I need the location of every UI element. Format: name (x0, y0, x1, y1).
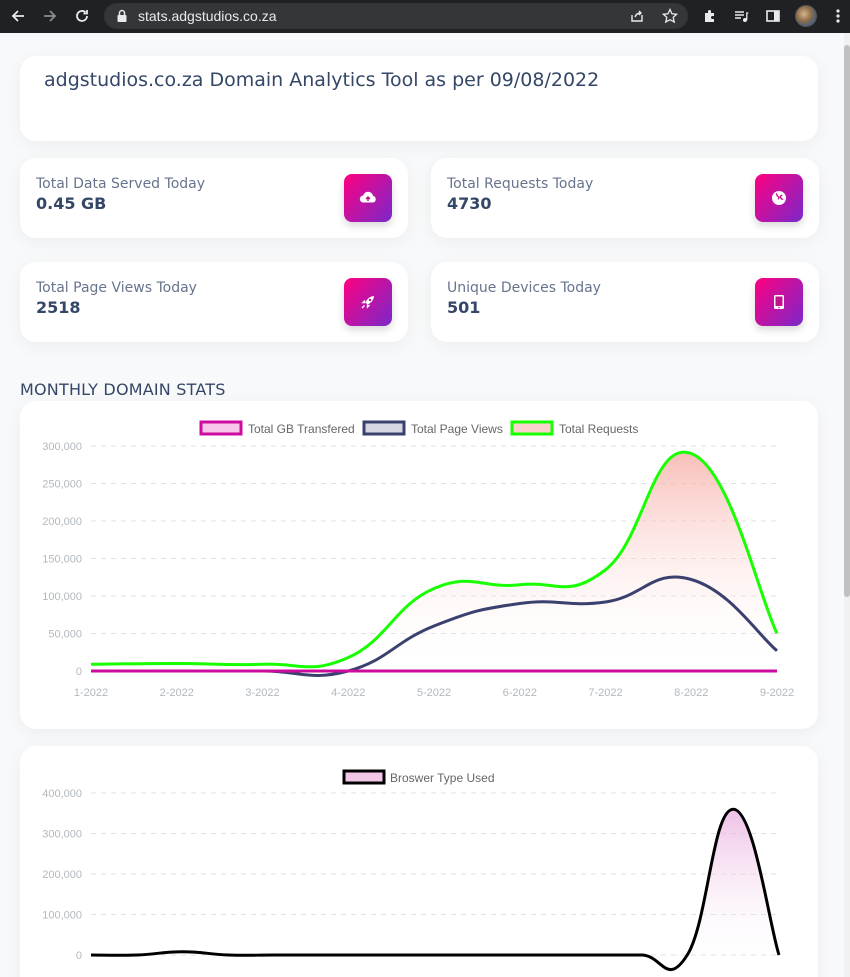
bookmark-star-icon[interactable] (661, 7, 679, 25)
stat-label: Total Requests Today (447, 176, 594, 192)
legend-swatch (362, 420, 406, 436)
legend-label: Total GB Transfered (248, 422, 355, 436)
page-scrollbar[interactable] (844, 33, 850, 977)
title-card: adgstudios.co.za Domain Analytics Tool a… (20, 56, 818, 141)
y-tick-label: 0 (76, 950, 82, 962)
browser-toolbar: stats.adgstudios.co.za (0, 0, 850, 33)
monthly-stats-chart: 300,000 250,000 200,000 150,000 100,000 50,00… (42, 420, 794, 699)
stat-value: 2518 (36, 298, 81, 317)
legend-swatch (199, 420, 243, 436)
y-tick-label: 100,000 (42, 591, 82, 603)
address-bar[interactable]: stats.adgstudios.co.za (104, 3, 688, 29)
monthly-chart-card: 300,000 250,000 200,000 150,000 100,000 50,00… (20, 401, 818, 729)
rocket-icon (344, 278, 392, 326)
y-tick-label: 150,000 (42, 554, 82, 566)
y-tick-label: 0 (76, 666, 82, 678)
url-text[interactable]: stats.adgstudios.co.za (138, 8, 277, 24)
stat-label: Unique Devices Today (447, 280, 601, 296)
stat-card-unique-devices: Unique Devices Today 501 (431, 262, 819, 342)
profile-avatar[interactable] (795, 5, 817, 27)
scrollbar-thumb[interactable] (844, 45, 850, 597)
y-tick-label: 100,000 (42, 910, 82, 922)
share-icon[interactable] (628, 7, 646, 25)
browser-chart-card: 400,000 300,000 200,000 100,000 0 Broswer Typ… (20, 746, 818, 977)
page-content: adgstudios.co.za Domain Analytics Tool a… (0, 33, 850, 977)
lock-icon[interactable] (113, 7, 131, 25)
reload-icon[interactable] (71, 5, 93, 27)
page-title: adgstudios.co.za Domain Analytics Tool a… (44, 69, 600, 91)
legend-swatch (510, 420, 554, 436)
y-tick-label: 300,000 (42, 829, 82, 841)
legend-label: Total Page Views (411, 422, 503, 436)
legend-swatch (342, 769, 386, 785)
media-playlist-icon[interactable] (731, 6, 751, 26)
stat-value: 4730 (447, 194, 492, 213)
requests-area (91, 452, 777, 671)
x-tick-label: 6-2022 (503, 687, 537, 699)
y-tick-label: 250,000 (42, 479, 82, 491)
x-tick-label: 3-2022 (245, 687, 279, 699)
y-tick-label: 200,000 (42, 869, 82, 881)
tablet-icon (755, 278, 803, 326)
browser-type-chart: 400,000 300,000 200,000 100,000 0 Broswer Typ… (42, 769, 781, 971)
stat-value: 501 (447, 298, 481, 317)
legend-label: Total Requests (559, 422, 638, 436)
side-panel-icon[interactable] (763, 6, 783, 26)
stat-label: Total Data Served Today (36, 176, 206, 192)
extensions-puzzle-icon[interactable] (700, 6, 720, 26)
kebab-menu-icon[interactable] (828, 6, 848, 26)
legend-label: Broswer Type Used (390, 771, 495, 785)
stat-card-requests: Total Requests Today 4730 (431, 158, 819, 238)
stat-value: 0.45 GB (36, 194, 107, 213)
x-tick-label: 4-2022 (331, 687, 365, 699)
x-tick-label: 8-2022 (674, 687, 708, 699)
section-title: MONTHLY DOMAIN STATS (20, 380, 226, 399)
x-tick-label: 5-2022 (417, 687, 451, 699)
cloud-upload-icon (344, 174, 392, 222)
y-tick-label: 50,000 (48, 629, 82, 641)
y-tick-label: 200,000 (42, 516, 82, 528)
x-tick-label: 7-2022 (588, 687, 622, 699)
globe-icon (755, 174, 803, 222)
y-tick-label: 300,000 (42, 441, 82, 453)
y-tick-label: 400,000 (42, 788, 82, 800)
stat-label: Total Page Views Today (36, 280, 197, 296)
stat-card-data-served: Total Data Served Today 0.45 GB (20, 158, 408, 238)
back-arrow-icon[interactable] (7, 5, 29, 27)
x-tick-label: 1-2022 (74, 687, 108, 699)
forward-arrow-icon[interactable] (39, 5, 61, 27)
stat-card-page-views: Total Page Views Today 2518 (20, 262, 408, 342)
x-tick-label: 2-2022 (160, 687, 194, 699)
x-tick-label: 9-2022 (760, 687, 794, 699)
